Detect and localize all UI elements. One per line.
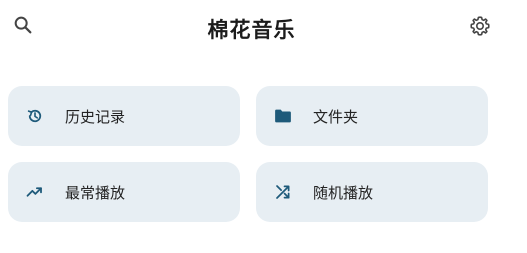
folder-icon	[273, 106, 293, 126]
history-label: 历史记录	[65, 107, 126, 126]
folder-label: 文件夹	[313, 107, 359, 126]
trending-up-icon	[25, 182, 45, 202]
most-played-label: 最常播放	[65, 183, 126, 202]
shuffle-label: 随机播放	[313, 183, 374, 202]
shuffle-card[interactable]: 随机播放	[256, 162, 488, 222]
folder-card[interactable]: 文件夹	[256, 86, 488, 146]
settings-button[interactable]	[465, 13, 495, 43]
app-window: 棉花音乐 历史记录 文件夹 最常播放 随机播放	[0, 0, 503, 253]
history-card[interactable]: 历史记录	[8, 86, 240, 146]
page-title: 棉花音乐	[207, 18, 296, 42]
gear-icon	[468, 14, 492, 42]
top-app-bar: 棉花音乐	[0, 0, 503, 56]
shuffle-icon	[273, 182, 293, 202]
most-played-card[interactable]: 最常播放	[8, 162, 240, 222]
history-icon	[25, 106, 45, 126]
